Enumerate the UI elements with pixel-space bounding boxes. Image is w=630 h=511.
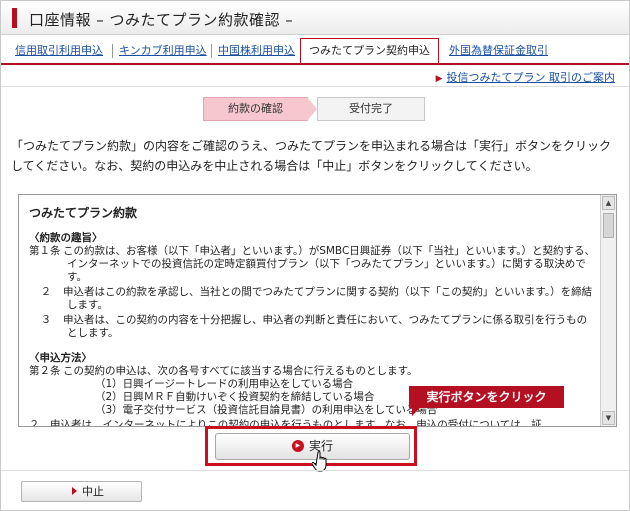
tab-bar: 信用取引利用申込 キンカブ利用申込 中国株利用申込 つみたてプラン契約申込 外国…: [1, 38, 629, 65]
guide-link-label: 投信つみたてプラン 取引のご案内: [446, 71, 616, 84]
callout-pointer: [412, 407, 421, 416]
intro-text: 「つみたてプラン約款」の内容をご確認のうえ、つみたてプランを申込まれる場合は「実…: [11, 139, 612, 173]
tab-kinkabu[interactable]: キンカブ利用申込: [119, 41, 207, 61]
article-text: この約款は、お客様（以下「申込者」といいます。）がSMBC日興証券（以下「当社」…: [63, 245, 595, 283]
scrollbar-thumb[interactable]: [603, 213, 614, 238]
triangle-right-icon: [72, 487, 77, 495]
terms-article: ３ 申込者は、この契約の内容を十分把握し、申込者の判断と責任において、つみたてプラ…: [29, 314, 597, 340]
play-circle-icon: ▶: [291, 439, 304, 452]
article-number: 第２条: [29, 365, 61, 377]
terms-article: ２ 申込者はこの約款を承認し、当社との間でつみたてプランに関する契約（以下「この契…: [29, 286, 597, 312]
article-number: ３: [40, 314, 52, 326]
terms-article: 第２条 この契約の申込は、次の各号すべてに該当する場合に行えるものとします。: [29, 365, 597, 378]
article-number: ２: [40, 286, 52, 298]
tab-china-stock[interactable]: 中国株利用申込: [218, 41, 295, 61]
scroll-down-arrow-icon[interactable]: ▼: [602, 411, 615, 425]
tab-fx-margin[interactable]: 外国為替保証金取引: [449, 41, 548, 61]
step-complete: 受付完了: [317, 97, 425, 121]
terms-section-heading: 〈申込方法〉: [29, 352, 92, 364]
cancel-button-label: 中止: [82, 485, 104, 498]
divider: [1, 470, 629, 471]
triangle-right-icon: ▶: [435, 74, 443, 84]
article-text: 申込者はこの約款を承認し、当社との間でつみたてプランに関する契約（以下「この契約…: [63, 286, 593, 311]
tab-tsumitate-plan[interactable]: つみたてプラン契約申込: [300, 38, 439, 63]
callout-label: 実行ボタンをクリック: [409, 386, 564, 408]
page-title: 口座情報 – つみたてプラン約款確認 –: [29, 11, 294, 29]
article-number: 第１条: [29, 245, 61, 257]
step-terms-confirm: 約款の確認: [203, 97, 308, 121]
terms-article: 第１条 この約款は、お客様（以下「申込者」といいます。）がSMBC日興証券（以下「…: [29, 245, 597, 284]
terms-section-heading: 〈約款の趣旨〉: [29, 232, 103, 244]
guide-link[interactable]: ▶ 投信つみたてプラン 取引のご案内: [436, 69, 615, 85]
article-text: 申込者は、この契約の内容を十分把握し、申込者の判断と責任において、つみたてプラン…: [63, 314, 588, 339]
cancel-button[interactable]: 中止: [21, 481, 142, 502]
divider: [1, 86, 629, 87]
tab-separator: [211, 44, 212, 58]
header-accent-bar: [12, 8, 17, 28]
terms-scrollbar[interactable]: ▲ ▼: [600, 195, 616, 426]
tab-margin-trading[interactable]: 信用取引利用申込: [15, 41, 103, 61]
page-frame: 口座情報 – つみたてプラン約款確認 – 信用取引利用申込 キンカブ利用申込 中…: [0, 0, 630, 511]
terms-title: つみたてプラン約款: [29, 206, 138, 220]
article-text: この契約の申込は、次の各号すべてに該当する場合に行えるものとします。: [63, 365, 418, 377]
page-header: 口座情報 – つみたてプラン約款確認 –: [1, 1, 629, 35]
step-arrow-icon: [307, 97, 317, 121]
tab-separator: [112, 44, 113, 58]
scroll-up-arrow-icon[interactable]: ▲: [602, 196, 615, 210]
